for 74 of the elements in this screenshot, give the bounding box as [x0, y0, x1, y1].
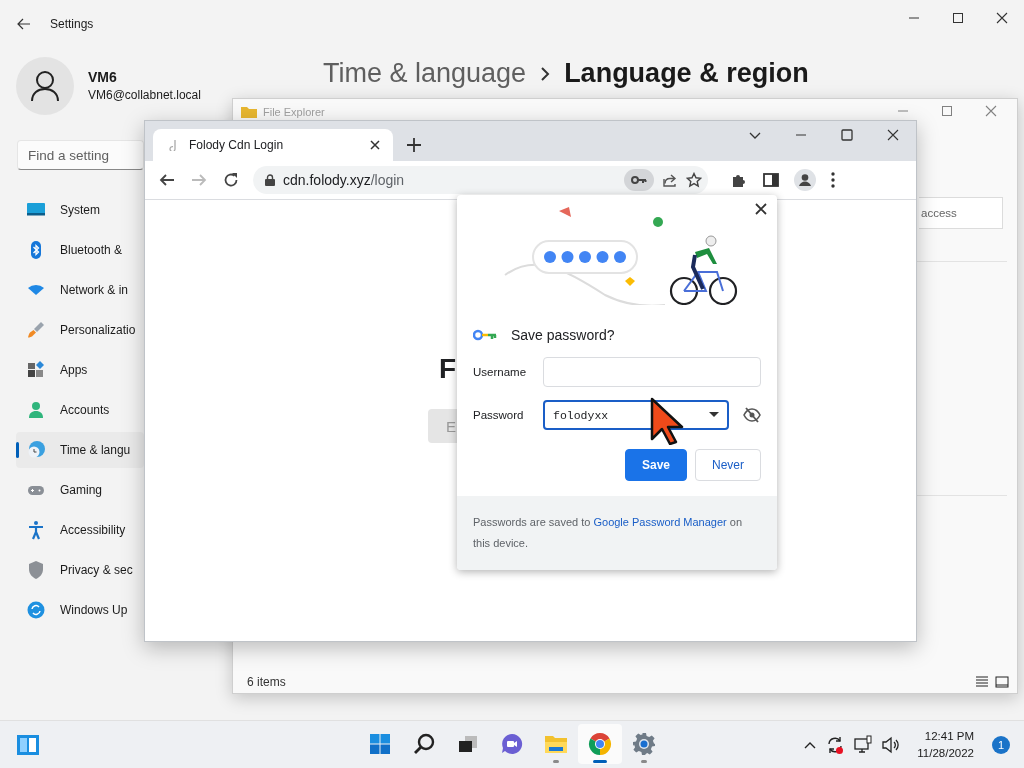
breadcrumb-item: Language & region: [564, 58, 809, 89]
search-icon: [412, 732, 436, 756]
clock[interactable]: 12:41 PM 11/28/2022: [917, 727, 974, 762]
sync-alert-icon[interactable]: [825, 734, 846, 755]
browser-tab[interactable]: Folody Cdn Login: [153, 129, 393, 161]
field-label: Username: [473, 366, 528, 378]
close-icon[interactable]: [755, 203, 767, 215]
notification-badge[interactable]: 1: [992, 735, 1010, 754]
back-arrow-icon[interactable]: [159, 172, 175, 188]
item-count: 6 items: [247, 675, 286, 689]
key-icon: [473, 329, 497, 341]
widgets-icon[interactable]: [16, 733, 40, 757]
eye-slash-icon[interactable]: [743, 407, 761, 423]
nav-item[interactable]: Personalizatio: [16, 312, 144, 348]
person-silhouette-icon: [30, 70, 60, 102]
dialog-title: Save password?: [511, 327, 615, 343]
search-field[interactable]: access: [919, 197, 1003, 229]
gear-icon: [632, 732, 656, 756]
windows-start-icon: [368, 732, 392, 756]
reload-icon[interactable]: [223, 172, 239, 188]
user-name: VM6: [88, 69, 118, 85]
window-title: File Explorer: [263, 105, 325, 118]
user-email: VM6@collabnet.local: [88, 88, 201, 102]
apps-icon: [26, 360, 46, 380]
dropdown-caret-icon: [709, 412, 719, 418]
nav-item[interactable]: Accessibility: [16, 512, 144, 548]
new-tab-icon[interactable]: [407, 138, 421, 152]
window-title: Settings: [50, 17, 94, 31]
globe-clock-icon: [26, 440, 46, 460]
speaker-icon[interactable]: [881, 734, 902, 755]
tiles-view-icon[interactable]: [995, 675, 1009, 689]
key-icon: [631, 175, 647, 185]
username-field[interactable]: [543, 357, 761, 387]
accessibility-icon: [26, 520, 46, 540]
star-icon[interactable]: [686, 172, 702, 188]
nav-item[interactable]: Windows Up: [16, 592, 144, 628]
nav-item[interactable]: System: [16, 192, 144, 228]
address-bar[interactable]: cdn.folody.xyz/login: [253, 166, 708, 194]
field-label: Password: [473, 409, 525, 421]
lock-icon: [265, 174, 275, 186]
page-icon: [169, 139, 177, 151]
footer-note: Passwords are saved to Google Password Manager on this device.: [457, 496, 777, 570]
menu-icon[interactable]: [830, 171, 836, 189]
save-button[interactable]: Save: [624, 449, 687, 481]
key-button[interactable]: [624, 169, 654, 191]
details-view-icon[interactable]: [975, 675, 989, 689]
nav-item[interactable]: Privacy & sec: [16, 552, 144, 588]
nav-item[interactable]: Gaming: [16, 472, 144, 508]
folder-icon: [241, 105, 257, 118]
chat-camera-icon: [500, 732, 524, 756]
person-icon: [26, 400, 46, 420]
nav-item[interactable]: Time & langu: [16, 432, 144, 468]
update-icon: [26, 600, 46, 620]
profile-icon[interactable]: [794, 169, 816, 191]
nav-item[interactable]: Bluetooth &: [16, 232, 144, 268]
password-manager-link[interactable]: Google Password Manager: [593, 516, 727, 528]
cursor-icon: [650, 397, 684, 445]
network-monitor-icon[interactable]: [853, 734, 874, 755]
search-field[interactable]: Find a setting: [17, 140, 144, 170]
page-heading: F: [439, 353, 457, 385]
breadcrumb-item[interactable]: Time & language: [323, 58, 527, 89]
nav-item[interactable]: Network & in: [16, 272, 144, 308]
nav-item[interactable]: Accounts: [16, 392, 144, 428]
chevron-right-icon: [540, 65, 551, 82]
share-icon[interactable]: [662, 172, 678, 188]
chrome-icon: [588, 732, 612, 756]
password-field[interactable]: folodyxx: [543, 400, 729, 430]
nav-item[interactable]: Apps: [16, 352, 144, 388]
never-button[interactable]: Never: [695, 449, 761, 481]
brush-icon: [26, 320, 46, 340]
close-icon[interactable]: [369, 139, 381, 151]
shield-icon: [26, 560, 46, 580]
back-arrow-icon[interactable]: [16, 16, 32, 32]
side-panel-icon[interactable]: [762, 171, 780, 189]
